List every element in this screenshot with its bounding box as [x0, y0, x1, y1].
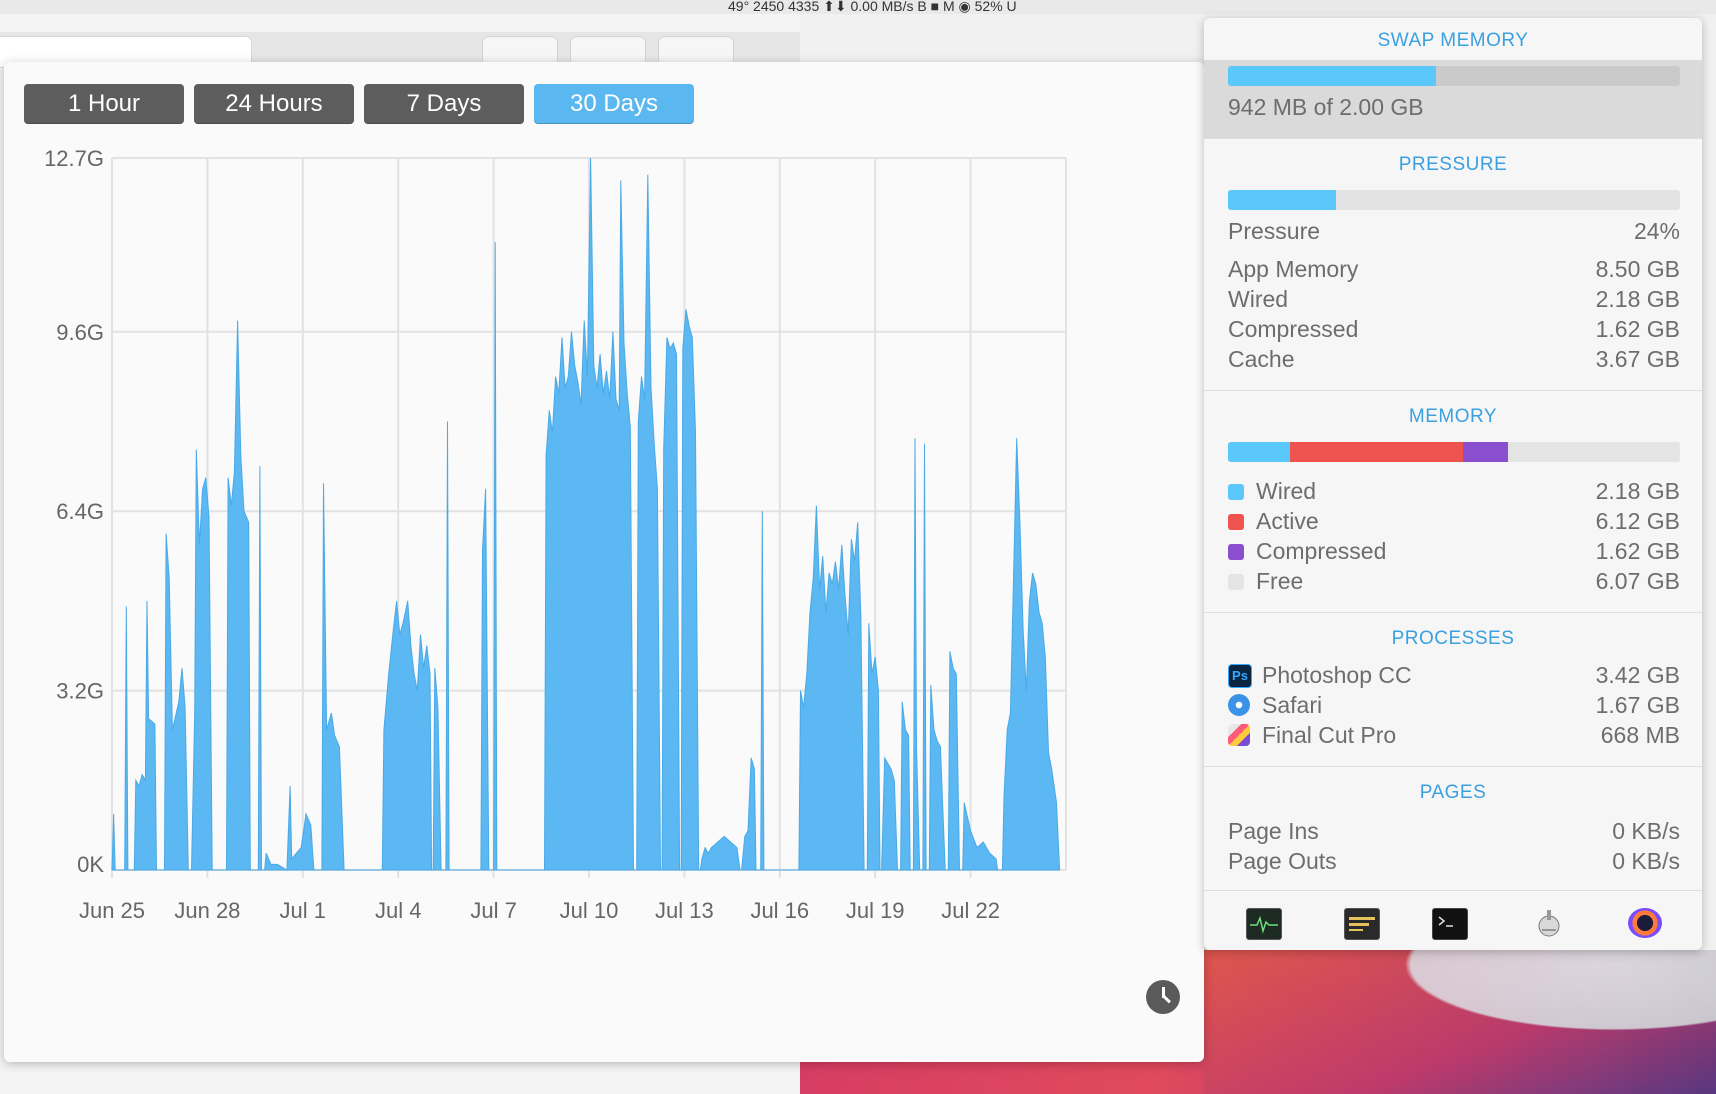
clock-icon[interactable]: [1146, 980, 1180, 1014]
process-name: Safari: [1262, 692, 1323, 718]
divider: [1204, 890, 1702, 891]
final-cut-pro-icon: [1228, 724, 1250, 746]
process-row-photoshop[interactable]: Ps Photoshop CC 3.42 GB: [1228, 662, 1680, 690]
page-outs-value: 0 KB/s: [1612, 848, 1680, 874]
pressure-bar-fill: [1228, 190, 1337, 210]
pages-title: PAGES: [1419, 782, 1487, 803]
cache-label: Cache: [1228, 346, 1295, 372]
x-tick-label: Jul 4: [375, 898, 421, 923]
swap-caption-row: 942 MB of 2.00 GB: [1228, 94, 1680, 122]
page-ins-value: 0 KB/s: [1612, 818, 1680, 844]
pressure-row: Pressure 24%: [1228, 218, 1680, 246]
legend-free: Free 6.07 GB: [1228, 568, 1680, 596]
safari-icon: [1228, 694, 1250, 716]
memory-history-popover: 1 Hour 24 Hours 7 Days 30 Days Jun 25 Jun…: [4, 62, 1204, 1062]
legend-free-label: Free: [1256, 568, 1304, 594]
app-memory-value: 8.50 GB: [1595, 256, 1680, 282]
desktop-wallpaper-right: [1204, 950, 1716, 1094]
process-name: Final Cut Pro: [1262, 722, 1397, 748]
pressure-bar: [1228, 190, 1680, 210]
pressure-title: PRESSURE: [1398, 154, 1508, 175]
wired-value: 2.18 GB: [1595, 286, 1680, 312]
x-tick-label: Jul 10: [560, 898, 619, 923]
legend-compressed: Compressed 1.62 GB: [1228, 538, 1680, 566]
legend-active-label: Active: [1256, 508, 1319, 534]
memory-segment-active: [1289, 442, 1463, 462]
swap-bar-fill: [1228, 66, 1436, 86]
pressure-label: Pressure: [1228, 218, 1321, 244]
x-tick-label: Jul 1: [280, 898, 326, 923]
memory-segment-compressed: [1462, 442, 1509, 462]
swap-bar: [1228, 66, 1680, 86]
y-tick-label: 6.4G: [56, 499, 104, 524]
x-tick-label: Jul 13: [655, 898, 714, 923]
cache-value: 3.67 GB: [1595, 346, 1680, 372]
pressure-value: 24%: [1633, 218, 1680, 244]
legend-active-value: 6.12 GB: [1595, 508, 1680, 534]
menu-bar: 49° 2450 4335 ⬆⬇ 0.00 MB/s B ■ M ◉ 52% U: [0, 0, 1716, 15]
terminal-icon[interactable]: [1432, 908, 1468, 940]
photoshop-icon: Ps: [1228, 664, 1252, 688]
legend-swatch-free: [1228, 574, 1244, 590]
compressed-value: 1.62 GB: [1595, 316, 1680, 342]
legend-wired-value: 2.18 GB: [1595, 478, 1680, 504]
page-outs-row: Page Outs 0 KB/s: [1228, 848, 1680, 876]
x-tick-label: Jul 22: [941, 898, 1000, 923]
legend-compressed-label: Compressed: [1256, 538, 1387, 564]
page-outs-label: Page Outs: [1228, 848, 1337, 874]
wired-row: Wired 2.18 GB: [1228, 286, 1680, 314]
swap-caption: 942 MB of 2.00 GB: [1228, 94, 1424, 120]
istat-menus-icon[interactable]: [1628, 908, 1662, 938]
process-row-safari[interactable]: Safari 1.67 GB: [1228, 692, 1680, 720]
memory-segment-free: [1508, 442, 1680, 462]
disk-utility-icon[interactable]: [1532, 908, 1566, 938]
y-tick-label: 0K: [77, 852, 104, 877]
swap-memory-title: SWAP MEMORY: [1377, 30, 1529, 51]
legend-swatch-compressed: [1228, 544, 1244, 560]
divider: [1204, 138, 1702, 139]
x-tick-label: Jul 7: [470, 898, 516, 923]
wired-label: Wired: [1228, 286, 1289, 312]
y-tick-label: 9.6G: [56, 320, 104, 345]
console-icon[interactable]: [1344, 908, 1380, 940]
compressed-row: Compressed 1.62 GB: [1228, 316, 1680, 344]
legend-swatch-wired: [1228, 484, 1244, 500]
process-memory: 3.42 GB: [1595, 662, 1680, 688]
process-memory: 668 MB: [1600, 722, 1680, 748]
legend-compressed-value: 1.62 GB: [1595, 538, 1680, 564]
memory-composition-bar: [1228, 442, 1680, 462]
page-ins-label: Page Ins: [1228, 818, 1319, 844]
legend-free-value: 6.07 GB: [1595, 568, 1680, 594]
divider: [1204, 612, 1702, 613]
processes-title: PROCESSES: [1391, 628, 1515, 649]
activity-monitor-icon[interactable]: [1246, 908, 1282, 940]
memory-title: MEMORY: [1408, 406, 1498, 427]
x-tick-label: Jun 28: [174, 898, 240, 923]
y-tick-label: 12.7G: [44, 146, 104, 171]
x-tick-label: Jul 19: [846, 898, 905, 923]
x-tick-label: Jul 16: [750, 898, 809, 923]
x-tick-label: Jun 25: [79, 898, 145, 923]
memory-usage-chart: Jun 25 Jun 28 Jul 1 Jul 4 Jul 7 Jul 10 Jul 13 J…: [44, 146, 1067, 923]
app-memory-row: App Memory 8.50 GB: [1228, 256, 1680, 284]
process-row-final-cut-pro[interactable]: Final Cut Pro 668 MB: [1228, 722, 1680, 750]
process-memory: 1.67 GB: [1595, 692, 1680, 718]
memory-segment-wired: [1228, 442, 1290, 462]
menu-bar-status: 49° 2450 4335 ⬆⬇ 0.00 MB/s B ■ M ◉ 52% U: [728, 0, 1017, 14]
legend-active: Active 6.12 GB: [1228, 508, 1680, 536]
divider: [1204, 390, 1702, 391]
page-ins-row: Page Ins 0 KB/s: [1228, 818, 1680, 846]
compressed-label: Compressed: [1228, 316, 1359, 342]
memory-area-series: [111, 157, 1061, 871]
memory-stats-panel: SWAP MEMORY 942 MB of 2.00 GB PRESSURE P…: [1204, 18, 1702, 950]
y-tick-label: 3.2G: [56, 679, 104, 704]
legend-wired: Wired 2.18 GB: [1228, 478, 1680, 506]
divider: [1204, 766, 1702, 767]
legend-swatch-active: [1228, 514, 1244, 530]
cache-row: Cache 3.67 GB: [1228, 346, 1680, 374]
app-memory-label: App Memory: [1228, 256, 1359, 282]
process-name: Photoshop CC: [1262, 662, 1412, 688]
legend-wired-label: Wired: [1256, 478, 1317, 504]
